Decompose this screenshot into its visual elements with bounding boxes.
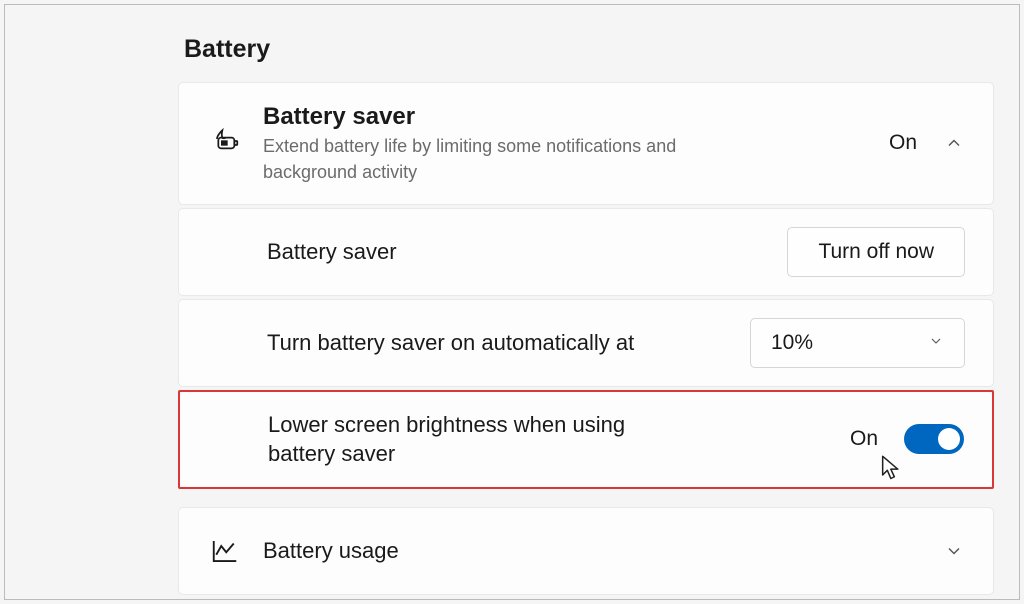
auto-on-threshold-dropdown[interactable]: 10% xyxy=(750,318,965,368)
turn-off-now-button[interactable]: Turn off now xyxy=(787,227,965,277)
chevron-up-icon xyxy=(943,132,965,154)
auto-on-row: Turn battery saver on automatically at 1… xyxy=(178,299,994,387)
brightness-toggle-state: On xyxy=(850,427,878,451)
battery-settings-panel: Battery Battery saver Extend battery lif… xyxy=(4,4,1020,600)
brightness-label: Lower screen brightness when using batte… xyxy=(268,410,628,469)
section-title: Battery xyxy=(184,35,994,64)
battery-saver-leaf-icon xyxy=(207,127,243,159)
battery-saver-description: Extend battery life by limiting some not… xyxy=(263,133,743,185)
battery-saver-state: On xyxy=(889,131,917,155)
chevron-down-icon xyxy=(928,331,944,355)
battery-usage-title: Battery usage xyxy=(263,536,923,566)
brightness-row-highlight: Lower screen brightness when using batte… xyxy=(178,390,994,489)
brightness-toggle[interactable] xyxy=(904,424,964,454)
battery-saver-label: Battery saver xyxy=(267,237,767,267)
battery-saver-title: Battery saver xyxy=(263,101,869,133)
battery-saver-expander[interactable]: Battery saver Extend battery life by lim… xyxy=(178,82,994,205)
brightness-row: Lower screen brightness when using batte… xyxy=(180,392,992,487)
auto-on-threshold-value: 10% xyxy=(771,331,813,355)
battery-saver-action-row: Battery saver Turn off now xyxy=(178,208,994,296)
battery-usage-expander[interactable]: Battery usage xyxy=(178,507,994,595)
auto-on-label: Turn battery saver on automatically at xyxy=(267,328,730,358)
chevron-down-icon xyxy=(943,540,965,562)
chart-icon xyxy=(207,536,243,566)
